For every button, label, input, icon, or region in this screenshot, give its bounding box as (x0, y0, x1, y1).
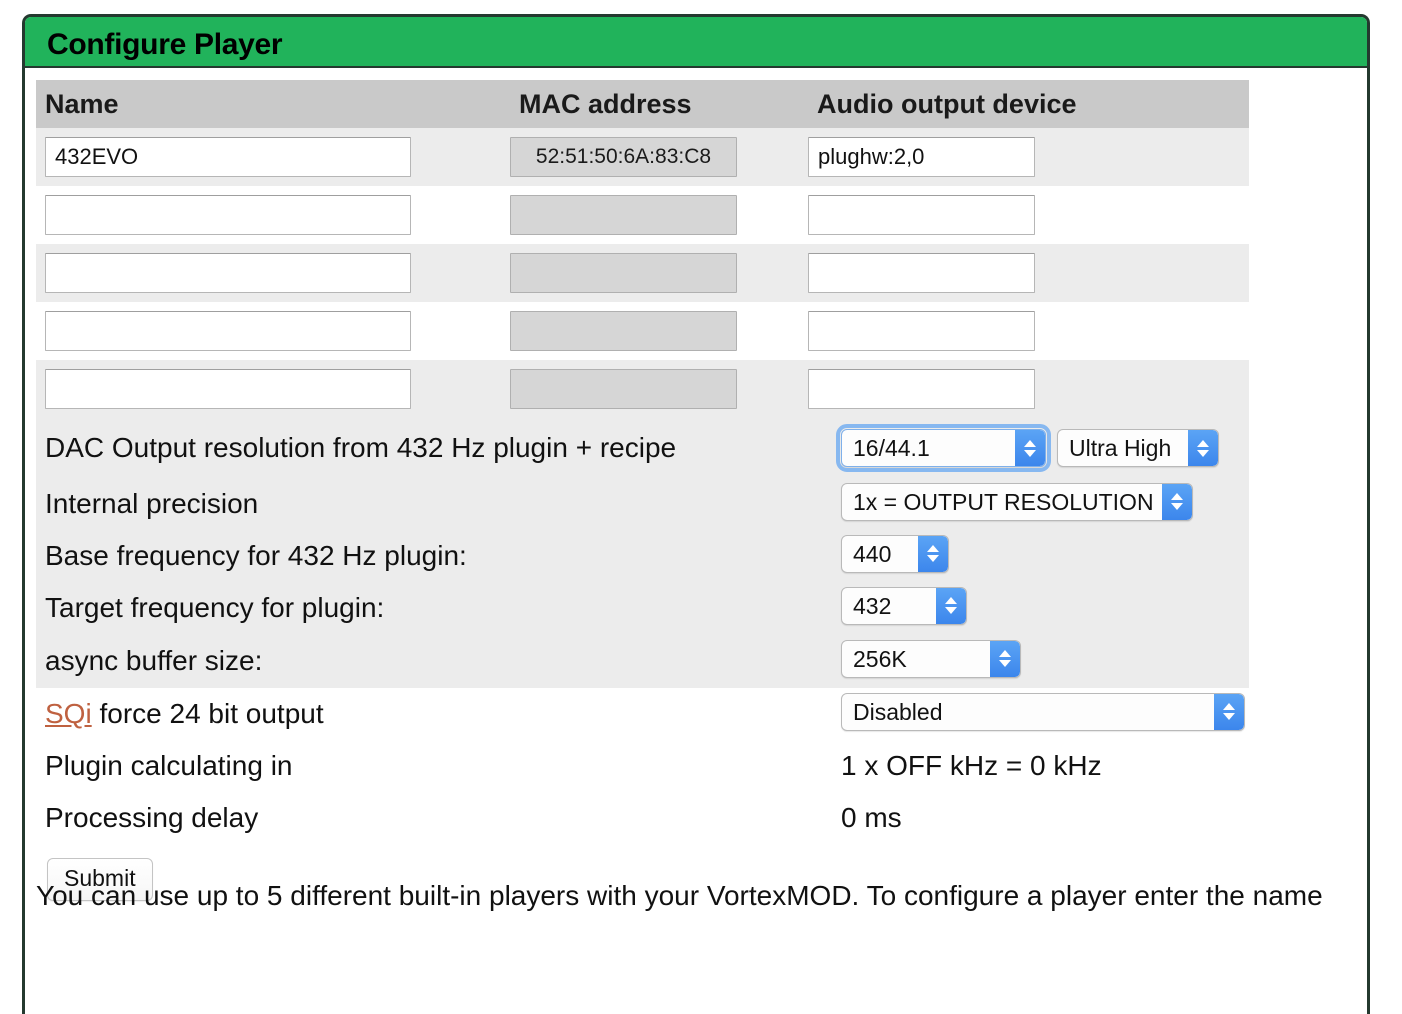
player-audio-input[interactable] (808, 137, 1035, 177)
cell-name (36, 311, 510, 351)
async-buffer-select[interactable]: 256K (841, 639, 1021, 678)
base-frequency-label: Base frequency for 432 Hz plugin: (45, 540, 467, 571)
cell-name (36, 253, 510, 293)
internal-precision-controls: 1x = OUTPUT RESOLUTION (841, 482, 1193, 526)
page-header-bar: Configure Player (25, 17, 1367, 68)
cell-mac (510, 195, 808, 235)
processing-delay-value: 0 ms (841, 802, 902, 833)
cell-name (36, 369, 510, 409)
async-buffer-controls: 256K (841, 639, 1021, 683)
chevron-updown-icon[interactable] (1162, 483, 1192, 520)
target-frequency-controls: 432 (841, 586, 967, 630)
cell-name (36, 195, 510, 235)
setting-row-async-buffer: async buffer size: 256K (36, 634, 1249, 688)
player-mac-input[interactable] (510, 195, 737, 235)
table-row (36, 244, 1249, 302)
cell-audio (808, 195, 1249, 235)
cell-mac (510, 311, 808, 351)
cell-audio (808, 253, 1249, 293)
column-header-name: Name (45, 88, 119, 119)
players-table: Name MAC address Audio output device 432… (36, 80, 1249, 901)
footer-note: You can use up to 5 different built-in p… (36, 880, 1323, 911)
player-name-input[interactable] (45, 369, 411, 409)
player-mac-input[interactable] (510, 311, 737, 351)
internal-precision-value: 1x = OUTPUT RESOLUTION (853, 488, 1154, 515)
dac-resolution-select[interactable]: 16/44.1 (836, 424, 1051, 472)
player-name-input[interactable] (45, 195, 411, 235)
cell-mac (510, 369, 808, 409)
table-row (36, 302, 1249, 360)
target-frequency-label: Target frequency for plugin: (45, 592, 385, 623)
sqi-force-label: SQi force 24 bit output (45, 698, 324, 730)
player-mac-input[interactable] (510, 369, 737, 409)
player-mac-input[interactable] (510, 137, 737, 177)
chevron-updown-icon[interactable] (1015, 430, 1045, 466)
sqi-label-rest: force 24 bit output (91, 698, 324, 729)
setting-row-sqi-force-24bit: SQi force 24 bit output Disabled (36, 688, 1249, 740)
sqi-force-24bit-select[interactable]: Disabled (841, 692, 1245, 731)
base-frequency-select[interactable]: 440 (841, 534, 949, 573)
sqi-link[interactable]: SQi (45, 698, 92, 729)
column-header-mac: MAC address (519, 88, 692, 119)
internal-precision-select[interactable]: 1x = OUTPUT RESOLUTION (841, 482, 1193, 521)
setting-row-dac-resolution: DAC Output resolution from 432 Hz plugin… (36, 418, 1249, 478)
player-name-input[interactable] (45, 253, 411, 293)
player-mac-input[interactable] (510, 253, 737, 293)
player-name-input[interactable] (45, 311, 411, 351)
chevron-updown-icon[interactable] (918, 535, 948, 572)
settings-block: DAC Output resolution from 432 Hz plugin… (36, 360, 1249, 688)
target-frequency-select[interactable]: 432 (841, 586, 967, 625)
page-title: Configure Player (47, 28, 283, 61)
player-name-input[interactable] (45, 137, 411, 177)
info-row-processing-delay: Processing delay 0 ms (36, 792, 1249, 844)
sqi-controls: Disabled (841, 692, 1245, 736)
internal-precision-label: Internal precision (45, 488, 259, 519)
chevron-updown-icon[interactable] (936, 587, 966, 624)
chevron-updown-icon[interactable] (1188, 430, 1218, 466)
async-buffer-label: async buffer size: (45, 645, 263, 676)
table-row (36, 186, 1249, 244)
setting-row-target-frequency: Target frequency for plugin: 432 (36, 582, 1249, 634)
dac-quality-select[interactable]: Ultra High (1057, 429, 1219, 467)
chevron-updown-icon[interactable] (990, 640, 1020, 677)
cell-audio (808, 311, 1249, 351)
setting-row-internal-precision: Internal precision 1x = OUTPUT RESOLUTIO… (36, 478, 1249, 530)
cell-audio (808, 137, 1249, 177)
table-row (36, 128, 1249, 186)
cell-audio (808, 369, 1249, 409)
table-header-row: Name MAC address Audio output device (36, 80, 1249, 128)
plugin-calculating-label: Plugin calculating in (45, 750, 293, 781)
table-row (36, 360, 1249, 418)
dac-resolution-controls: 16/44.1 Ultra High (836, 424, 1219, 472)
dac-resolution-label: DAC Output resolution from 432 Hz plugin… (45, 432, 677, 463)
column-header-audio: Audio output device (817, 88, 1077, 119)
plugin-calculating-value: 1 x OFF kHz = 0 kHz (841, 750, 1102, 781)
cell-mac (510, 137, 808, 177)
player-audio-input[interactable] (808, 253, 1035, 293)
processing-delay-label: Processing delay (45, 802, 259, 833)
player-audio-input[interactable] (808, 311, 1035, 351)
cell-name (36, 137, 510, 177)
info-row-plugin-calculating: Plugin calculating in 1 x OFF kHz = 0 kH… (36, 740, 1249, 792)
page-frame: Configure Player Name MAC address Audio … (22, 14, 1370, 1014)
setting-row-base-frequency: Base frequency for 432 Hz plugin: 440 (36, 530, 1249, 582)
chevron-updown-icon[interactable] (1214, 693, 1244, 730)
cell-mac (510, 253, 808, 293)
player-audio-input[interactable] (808, 369, 1035, 409)
player-audio-input[interactable] (808, 195, 1035, 235)
sqi-force-24bit-value: Disabled (853, 698, 943, 725)
base-frequency-controls: 440 (841, 534, 949, 578)
